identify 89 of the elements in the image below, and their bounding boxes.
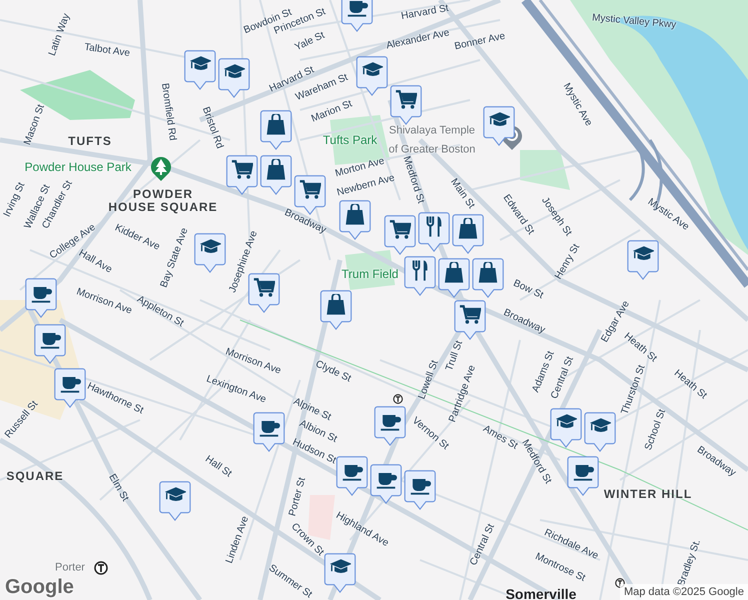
map-pin[interactable] bbox=[339, 200, 371, 240]
google-logo: Google bbox=[5, 577, 74, 597]
street-label: Bow St bbox=[512, 278, 544, 302]
map-pin[interactable] bbox=[452, 214, 484, 254]
map-pin[interactable] bbox=[584, 412, 616, 452]
area-label: WINTER HILL bbox=[604, 488, 692, 500]
shopping-cart-icon bbox=[253, 277, 275, 299]
map-attribution: Map data ©2025 Google bbox=[620, 584, 748, 600]
map-pin[interactable] bbox=[34, 324, 66, 364]
street-label: Clyde St bbox=[314, 359, 352, 385]
map-pin[interactable] bbox=[483, 106, 515, 146]
shopping-cart-icon bbox=[395, 89, 417, 111]
street-label: Lowell St bbox=[417, 359, 441, 401]
park-label: Tufts Park bbox=[322, 134, 378, 146]
map-pin[interactable] bbox=[248, 273, 280, 313]
map-pin[interactable] bbox=[260, 155, 292, 195]
map-pin[interactable] bbox=[218, 58, 250, 98]
map-pin[interactable] bbox=[567, 456, 599, 496]
shopping-bag-icon bbox=[457, 218, 479, 240]
street-label: Bay State Ave bbox=[160, 226, 190, 290]
street-label: Alexander Ave bbox=[386, 28, 450, 52]
park-label: Trum Field bbox=[342, 268, 398, 280]
shopping-bag-icon bbox=[443, 262, 465, 284]
place-label: Shivalaya Temple bbox=[389, 126, 475, 136]
shopping-bag-icon bbox=[265, 114, 287, 136]
area-label: HOUSE SQUARE bbox=[108, 201, 218, 213]
street-label: School St bbox=[644, 408, 668, 452]
street-label: Ames St bbox=[481, 424, 519, 452]
park-area bbox=[520, 150, 570, 190]
street-label: Bonner Ave bbox=[454, 32, 506, 52]
street-label: Mason St bbox=[23, 103, 47, 147]
shopping-cart-icon bbox=[389, 219, 411, 241]
street-label: Elm St bbox=[106, 472, 130, 504]
coffee-cup-icon bbox=[346, 0, 368, 18]
street-label: Mystic Valley Pkwy bbox=[592, 13, 676, 31]
street-label: Porter St bbox=[288, 476, 308, 518]
street-label: Latin Way bbox=[48, 12, 72, 58]
street-label: Hall St bbox=[203, 454, 233, 480]
map-pin[interactable] bbox=[184, 50, 216, 90]
map-pin[interactable] bbox=[341, 0, 373, 32]
park-label: Powder House Park bbox=[24, 161, 132, 173]
street-label: Trull St bbox=[444, 340, 466, 372]
street-label: Linden Ave bbox=[224, 515, 252, 565]
tree-icon bbox=[150, 155, 172, 181]
shopping-cart-icon bbox=[231, 159, 253, 181]
map-pin[interactable] bbox=[54, 368, 86, 408]
map-pin[interactable] bbox=[324, 553, 356, 593]
shopping-bag-icon bbox=[344, 204, 366, 226]
transit-icon bbox=[94, 561, 108, 575]
shopping-bag-icon bbox=[477, 262, 499, 284]
map-pin[interactable] bbox=[336, 456, 368, 496]
shopping-cart-icon bbox=[459, 304, 481, 326]
area-label: TUFTS bbox=[68, 135, 112, 147]
street-label: Bromfield Rd bbox=[159, 82, 177, 142]
map-pin[interactable] bbox=[627, 240, 659, 280]
city-label: Somerville bbox=[506, 587, 576, 600]
area-label: POWDER bbox=[133, 188, 193, 200]
shopping-bag-icon bbox=[325, 294, 347, 316]
map-pin[interactable] bbox=[384, 215, 416, 255]
street-label: Talbot Ave bbox=[84, 42, 130, 60]
map-pin[interactable] bbox=[418, 212, 450, 252]
place-label: of Greater Boston bbox=[388, 144, 476, 156]
map-pin[interactable] bbox=[253, 412, 285, 452]
map-pin[interactable] bbox=[404, 256, 436, 296]
map-pin[interactable] bbox=[320, 290, 352, 330]
map-pin[interactable] bbox=[404, 470, 436, 510]
map-pin[interactable] bbox=[226, 155, 258, 195]
map-pin[interactable] bbox=[194, 233, 226, 273]
street-label: Bristol Rd bbox=[200, 106, 224, 150]
map-pin[interactable] bbox=[159, 481, 191, 521]
area-label: SQUARE bbox=[6, 470, 64, 482]
transit-icon bbox=[393, 394, 403, 404]
street-label: Yale St bbox=[294, 30, 326, 54]
map-pin[interactable] bbox=[25, 278, 57, 318]
street-label: Marion St bbox=[310, 99, 354, 125]
street-label: Harvard St bbox=[400, 4, 450, 22]
map-pin[interactable] bbox=[370, 464, 402, 504]
shopping-cart-icon bbox=[299, 179, 321, 201]
map-pin[interactable] bbox=[374, 406, 406, 446]
map-pin[interactable] bbox=[550, 408, 582, 448]
street-label: Hall Ave bbox=[76, 248, 114, 276]
map-pin[interactable] bbox=[260, 110, 292, 150]
place-label: Porter bbox=[55, 562, 85, 574]
map-pin[interactable] bbox=[390, 85, 422, 125]
map-pin[interactable] bbox=[438, 258, 470, 298]
map-pin[interactable] bbox=[356, 56, 388, 96]
map-pin[interactable] bbox=[472, 258, 504, 298]
map-pin[interactable] bbox=[454, 300, 486, 340]
shopping-bag-icon bbox=[265, 159, 287, 181]
